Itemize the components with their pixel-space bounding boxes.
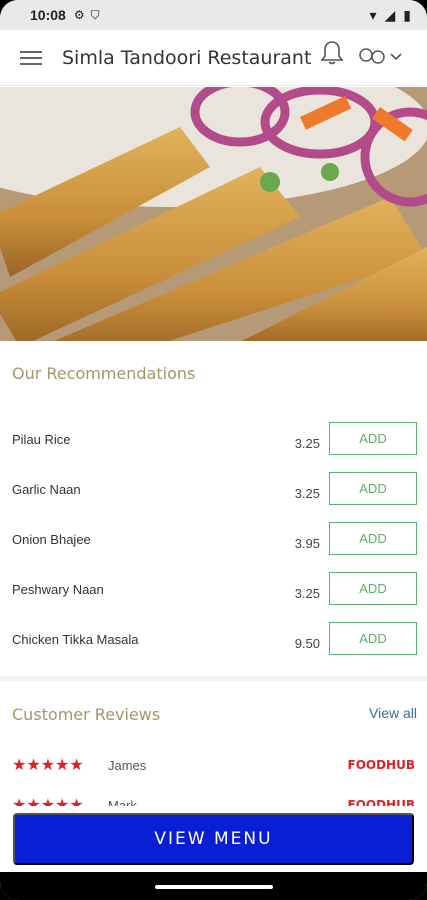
battery-icon: ▮ [403,6,411,23]
item-price: 9.50 [294,636,320,651]
chevron-down-icon [390,53,402,61]
status-time: 10:08 [30,7,66,23]
list-item: Chicken Tikka Masala 9.50 ADD [0,622,427,672]
list-item: Garlic Naan 3.25 ADD [0,472,427,522]
add-button[interactable]: ADD [329,422,417,455]
status-icons: ▾ ◢ ▮ [369,7,411,24]
add-button[interactable]: ADD [329,572,417,605]
language-selector[interactable] [358,42,414,70]
item-name: Onion Bhajee [12,532,91,547]
hamburger-menu-button[interactable] [0,30,62,86]
list-item: Onion Bhajee 3.95 ADD [0,522,427,572]
foodhub-logo: FOODHUB [347,758,416,772]
view-menu-button[interactable]: VIEW MENU [13,813,414,865]
translate-icon [359,48,385,64]
item-name: Peshwary Naan [12,582,104,597]
view-all-link[interactable]: View all [369,705,417,721]
add-button[interactable]: ADD [329,472,417,505]
section-divider [0,676,427,681]
app-bar: Simla Tandoori Restaurant [0,30,427,86]
list-item: Peshwary Naan 3.25 ADD [0,572,427,622]
hero-food-image [0,87,427,341]
review-item: ★★★★★ James FOODHUB [12,755,417,779]
star-rating: ★★★★★ [12,757,84,774]
menu-icon [20,50,42,65]
item-price: 3.25 [294,486,320,501]
recommendations-title: Our Recommendations [12,364,196,383]
list-item: Pilau Rice 3.25 ADD [0,422,427,472]
item-price: 3.95 [294,536,320,551]
item-name: Garlic Naan [12,482,81,497]
item-price: 3.25 [294,586,320,601]
app-screen: 10:08 ⚙ ⛉ ▾ ◢ ▮ Simla Tandoori Restauran… [0,0,427,900]
item-name: Chicken Tikka Masala [12,632,139,647]
page-title: Simla Tandoori Restaurant [62,46,312,69]
status-bar: 10:08 ⚙ ⛉ ▾ ◢ ▮ [0,0,427,30]
item-name: Pilau Rice [12,432,71,447]
home-gesture-handle[interactable] [155,885,273,889]
item-price: 3.25 [294,436,320,451]
add-button[interactable]: ADD [329,522,417,555]
signal-icon: ◢ [384,6,396,23]
add-button[interactable]: ADD [329,622,417,655]
gear-icon: ⚙ [73,8,85,22]
wifi-icon: ▾ [369,6,377,23]
reviews-title: Customer Reviews [12,705,161,724]
bell-icon [320,41,344,65]
shield-icon: ⛉ [90,7,100,22]
notifications-button[interactable] [318,38,346,68]
reviewer-name: James [108,758,147,773]
